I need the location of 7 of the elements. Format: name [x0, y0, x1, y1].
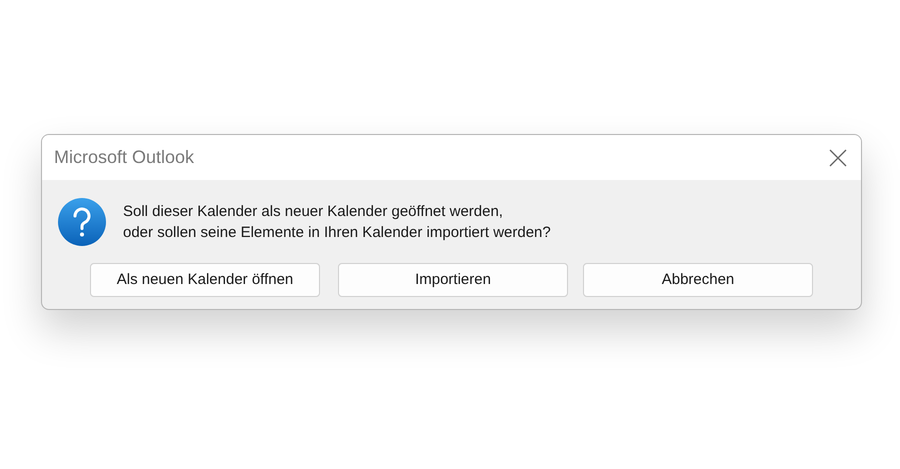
window-title: Microsoft Outlook	[54, 146, 194, 169]
message-text: Soll dieser Kalender als neuer Kalender geöffnet werden, oder sollen seine Elemente in Ihren Kalender importiert werden?	[123, 202, 551, 243]
question-icon	[58, 198, 106, 246]
close-icon[interactable]	[829, 148, 847, 166]
dialog-button[interactable]: Als neuen Kalender öffnen	[90, 263, 320, 297]
dialog-button[interactable]: Abbrechen	[583, 263, 813, 297]
dialog-button[interactable]: Importieren	[338, 263, 568, 297]
